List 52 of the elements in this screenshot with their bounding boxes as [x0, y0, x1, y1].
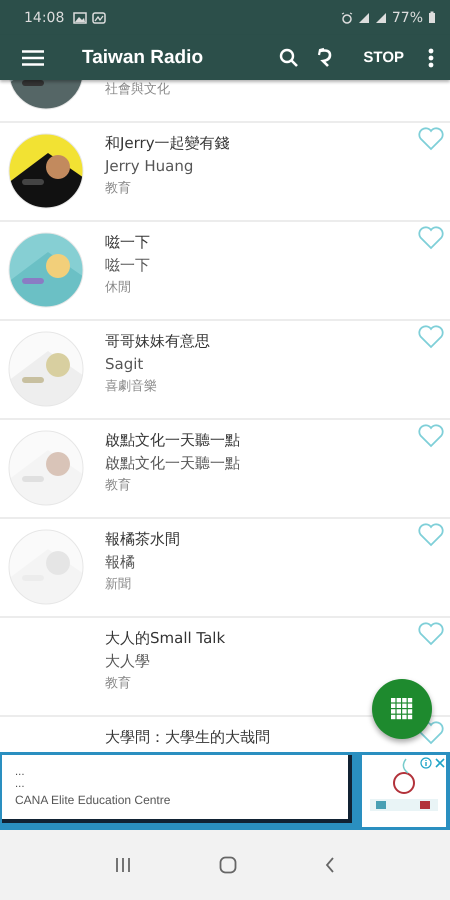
back-icon[interactable] [324, 857, 336, 873]
station-row[interactable]: 大學問：大學生的大哉問 [0, 717, 450, 752]
station-category: 新聞 [105, 576, 132, 594]
gallery-icon [92, 12, 106, 24]
station-title: 大人的Small Talk [105, 628, 226, 648]
ad-text: ... [15, 767, 26, 779]
home-icon[interactable] [218, 856, 237, 874]
station-category: 喜劇音樂 [105, 378, 158, 396]
signal-icon [358, 12, 370, 24]
ad-text: ... [15, 779, 26, 791]
station-title: 啟點文化一天聽一點 [105, 430, 240, 450]
image-icon [73, 12, 88, 24]
battery-percent: 77% [392, 10, 423, 26]
station-author: 啟點文化一天聽一點 [105, 453, 240, 473]
station-title: 報橘茶水間 [105, 529, 180, 549]
station-title: 哥哥妹妹有意思 [105, 331, 210, 351]
search-icon [279, 48, 300, 68]
info-icon[interactable] [420, 757, 432, 769]
recent-apps-icon[interactable] [114, 857, 132, 873]
app-title: Taiwan Radio [82, 46, 204, 68]
station-author: 大人學 [105, 651, 151, 671]
more-icon [428, 48, 434, 68]
station-category: 休閒 [105, 279, 132, 297]
station-category: 教育 [105, 180, 132, 198]
station-author: Sagit [105, 354, 144, 374]
ad-banner[interactable]: ... ... CANA Elite Education Centre [0, 752, 450, 830]
refresh-icon [317, 46, 334, 68]
alarm-icon [340, 12, 353, 24]
station-author: 嗞一下 [105, 255, 150, 275]
station-author: Jerry Huang [105, 156, 194, 176]
station-category: 社會與文化 [105, 81, 170, 99]
station-row[interactable]: 嗞一下 嗞一下 休閒 [0, 222, 450, 319]
station-row[interactable]: 報橘茶水間 報橘 新聞 [0, 519, 450, 616]
battery-icon [428, 11, 436, 24]
station-row[interactable]: 社會與文化 [0, 80, 450, 121]
clock-time: 14:08 [24, 10, 64, 26]
grid-icon [391, 698, 413, 720]
station-row[interactable]: 啟點文化一天聽一點 啟點文化一天聽一點 教育 [0, 420, 450, 517]
signal-icon [374, 12, 387, 24]
station-title: 和Jerry一起變有錢 [105, 133, 230, 153]
station-row[interactable]: 大人的Small Talk 大人學 教育 [0, 618, 450, 715]
menu-icon [22, 50, 44, 66]
station-category: 教育 [105, 674, 132, 693]
station-row[interactable]: 和Jerry一起變有錢 Jerry Huang 教育 [0, 123, 450, 220]
station-title: 大學問：大學生的大哉問 [105, 727, 270, 747]
station-author: 報橘 [105, 552, 136, 572]
station-row[interactable]: 哥哥妹妹有意思 Sagit 喜劇音樂 [0, 321, 450, 418]
station-category: 教育 [105, 476, 132, 495]
advertiser-name: CANA Elite Education Centre [15, 793, 172, 807]
station-title: 嗞一下 [105, 232, 150, 252]
close-icon[interactable] [435, 758, 445, 768]
stop-button[interactable]: STOP [361, 45, 406, 70]
